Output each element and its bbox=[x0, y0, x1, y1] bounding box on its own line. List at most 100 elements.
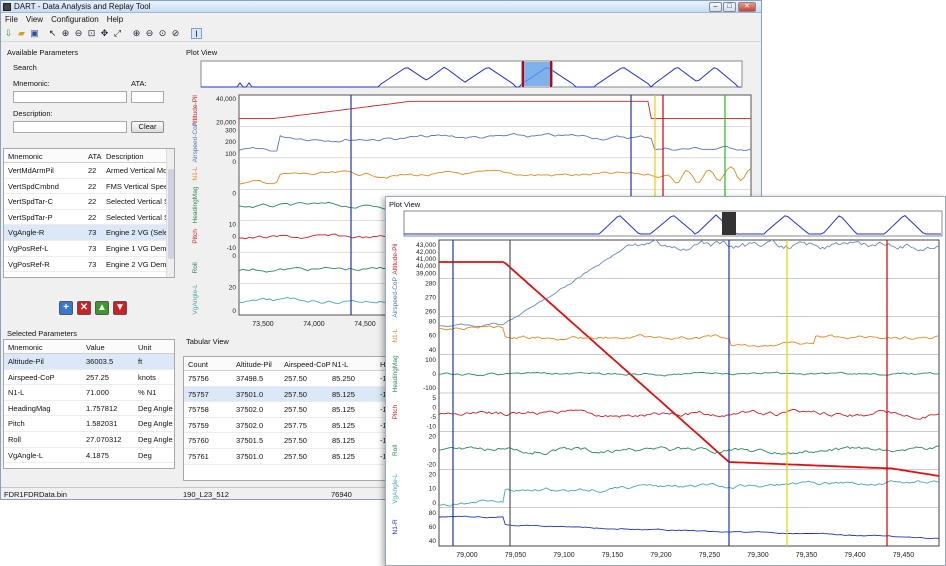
zoom-out-x-icon[interactable]: ⊖ bbox=[73, 28, 84, 39]
parameter-row[interactable]: VertSpdTar-C 22 Selected Vertical Spe bbox=[4, 194, 174, 210]
folder-icon[interactable]: ▰ bbox=[16, 28, 27, 39]
y-tick-label: -5 bbox=[430, 414, 436, 421]
overview-window[interactable] bbox=[521, 62, 553, 86]
selected-parameter-row[interactable]: HeadingMag 1.757812 Deg Angle bbox=[4, 401, 174, 417]
tabular-row[interactable]: 7575737501.0257.5085.125-11 bbox=[184, 387, 393, 403]
y-tick-label: 100 bbox=[425, 357, 436, 364]
description-label: Description: bbox=[13, 109, 53, 118]
axis-label-6: VgAngle-L bbox=[192, 284, 199, 315]
x-tick-label: 79,050 bbox=[505, 552, 527, 559]
selected-parameter-row[interactable]: Pitch 1.582031 Deg Angle bbox=[4, 416, 174, 432]
save-icon[interactable]: ▣ bbox=[29, 28, 40, 39]
clear-button[interactable]: Clear bbox=[131, 121, 164, 133]
zoom-reset-icon[interactable]: ⊘ bbox=[170, 28, 181, 39]
pan-icon[interactable]: ✥ bbox=[99, 28, 110, 39]
column-header: Unit bbox=[138, 343, 151, 352]
table-cell: Engine 2 VG (Selecte bbox=[106, 228, 175, 237]
table-cell: N1-L bbox=[8, 388, 24, 397]
table-cell: 85.250 bbox=[332, 374, 355, 383]
y-tick-label: 40,000 bbox=[216, 96, 236, 103]
selected-parameter-row[interactable]: Altitude-Pil 36003.5 ft bbox=[4, 354, 174, 370]
tabular-row[interactable]: 7576037501.5257.5085.125-11 bbox=[184, 433, 393, 449]
mnemonic-input[interactable] bbox=[13, 91, 127, 103]
maximize-button[interactable]: □ bbox=[723, 2, 736, 12]
table-cell: 37502.0 bbox=[236, 421, 263, 430]
table-cell: 73 bbox=[88, 228, 96, 237]
selected-parameter-row[interactable]: Airspeed-CoP 257.25 knots bbox=[4, 370, 174, 386]
plot-view-2-chart: Altitude-Pil 43,00042,00041,00040,00039,0… bbox=[386, 209, 945, 565]
move-down-button[interactable]: ▼ bbox=[113, 301, 127, 315]
table-cell: 257.25 bbox=[86, 373, 109, 382]
overview-window[interactable] bbox=[722, 212, 736, 235]
title-bar: DART - Data Analysis and Replay Tool – □… bbox=[1, 1, 761, 13]
parameter-row[interactable]: VgPosRef-L 73 Engine 1 VG Demand bbox=[4, 241, 174, 257]
fit-icon[interactable]: ⤢ bbox=[112, 28, 123, 39]
tabular-row[interactable]: 7576137501.0257.5085.125-11 bbox=[184, 449, 393, 465]
menu-help[interactable]: Help bbox=[103, 14, 127, 25]
menu-view[interactable]: View bbox=[22, 14, 47, 25]
description-input[interactable] bbox=[13, 121, 127, 133]
close-button[interactable]: ✕ bbox=[738, 2, 756, 12]
zoom-in-x-icon[interactable]: ⊕ bbox=[60, 28, 71, 39]
axis-label-1: Airspeed-CoP bbox=[392, 277, 399, 317]
pointer-icon[interactable]: ↖ bbox=[47, 28, 58, 39]
selected-parameters-title: Selected Parameters bbox=[7, 329, 77, 338]
open-icon[interactable]: ⇩ bbox=[3, 28, 14, 39]
column-header: Altitude-Pil bbox=[236, 360, 272, 369]
menu-configuration[interactable]: Configuration bbox=[47, 14, 103, 25]
selected-parameter-row[interactable]: VgAngle-L 4.1875 Deg bbox=[4, 448, 174, 464]
move-up-button[interactable]: ▲ bbox=[95, 301, 109, 315]
table-cell: Roll bbox=[8, 435, 21, 444]
zoom-in-icon[interactable]: ⊕ bbox=[131, 28, 142, 39]
parameter-row[interactable]: VertSpdCmbnd 22 FMS Vertical Speed T bbox=[4, 179, 174, 195]
axis-label-1: Airspeed-CoP bbox=[192, 122, 199, 162]
zoom-box-icon[interactable]: ⊡ bbox=[86, 28, 97, 39]
overview-strip[interactable] bbox=[201, 61, 742, 87]
zoom-extents-icon[interactable]: ⊙ bbox=[157, 28, 168, 39]
parameter-row[interactable]: VertMdArmPil 22 Armed Vertical Mode bbox=[4, 163, 174, 179]
table-cell: 75756 bbox=[188, 374, 209, 383]
status-record: 190_L23_512 bbox=[183, 490, 229, 499]
y-tick-label: -10 bbox=[227, 245, 237, 252]
table-cell: 4.1875 bbox=[86, 451, 109, 460]
ata-label: ATA: bbox=[131, 79, 147, 88]
scrollbar-thumb[interactable] bbox=[168, 169, 174, 259]
table-cell: 257.50 bbox=[284, 405, 307, 414]
menu-file[interactable]: File bbox=[1, 14, 22, 25]
ata-input[interactable] bbox=[131, 91, 164, 103]
parameter-row[interactable]: VgPosRef-R 73 Engine 2 VG Demand bbox=[4, 257, 174, 273]
minimize-button[interactable]: – bbox=[709, 2, 722, 12]
add-parameter-button[interactable]: + bbox=[59, 301, 73, 315]
cursor-icon[interactable]: Ι bbox=[191, 28, 202, 39]
table-cell: 22 bbox=[88, 197, 96, 206]
column-header: Mnemonic bbox=[8, 152, 43, 161]
remove-parameter-button[interactable]: ✕ bbox=[77, 301, 91, 315]
parameter-row[interactable]: VertSpdTar-P 22 Selected Vertical Spe bbox=[4, 210, 174, 226]
y-tick-label: 41,000 bbox=[416, 256, 436, 263]
table-cell: VgAngle-R bbox=[8, 228, 44, 237]
y-tick-label: 20 bbox=[429, 472, 437, 479]
tabular-row[interactable]: 7575837502.0257.5085.125-11 bbox=[184, 402, 393, 418]
vertical-scrollbar[interactable] bbox=[166, 149, 174, 277]
zoom-out-icon[interactable]: ⊖ bbox=[144, 28, 155, 39]
table-cell: 27.070312 bbox=[86, 435, 121, 444]
axis-label-2: N1-L bbox=[392, 328, 399, 342]
overview-strip[interactable] bbox=[404, 211, 942, 236]
table-cell: 37501.5 bbox=[236, 436, 263, 445]
column-header: Mnemonic bbox=[8, 343, 43, 352]
selected-parameter-row[interactable]: N1-L 71.000 % N1 bbox=[4, 385, 174, 401]
x-tick-label: 79,350 bbox=[796, 552, 818, 559]
table-cell: Airspeed-CoP bbox=[8, 373, 55, 382]
table-cell: Deg bbox=[138, 451, 152, 460]
axis-label-0: Altitude-Pil bbox=[192, 95, 199, 127]
table-cell: Altitude-Pil bbox=[8, 357, 44, 366]
plot-view-title: Plot View bbox=[186, 48, 217, 57]
column-header: Airspeed-CoP bbox=[284, 360, 331, 369]
x-tick-label: 79,400 bbox=[844, 552, 866, 559]
selected-parameter-row[interactable]: Roll 27.070312 Deg Angle bbox=[4, 432, 174, 448]
table-header: Mnemonic ATA Description bbox=[4, 149, 174, 163]
y-tick-label: 80 bbox=[429, 319, 437, 326]
parameter-row[interactable]: VgAngle-R 73 Engine 2 VG (Selecte bbox=[4, 225, 174, 241]
tabular-row[interactable]: 7575937502.0257.7585.125-11 bbox=[184, 418, 393, 434]
tabular-row[interactable]: 7575637498.5257.5085.250-11 bbox=[184, 371, 393, 387]
